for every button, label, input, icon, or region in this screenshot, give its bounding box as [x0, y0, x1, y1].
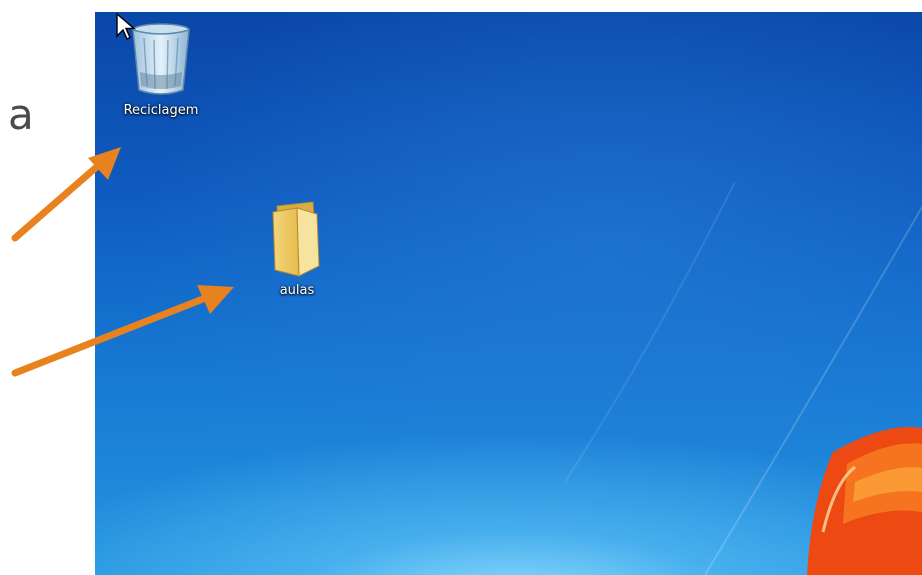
- aulas-folder-label: aulas: [279, 283, 315, 298]
- mouse-cursor-icon: [116, 12, 136, 40]
- aulas-folder-shortcut[interactable]: aulas: [257, 200, 337, 298]
- folder-icon: [272, 201, 320, 277]
- slide: a Reciclagem aulas: [0, 0, 922, 575]
- recycle-bin-label: Reciclagem: [123, 103, 199, 118]
- windows-logo: [807, 427, 922, 575]
- desktop[interactable]: Reciclagem aulas: [95, 12, 922, 575]
- slide-partial-text: a: [8, 90, 34, 139]
